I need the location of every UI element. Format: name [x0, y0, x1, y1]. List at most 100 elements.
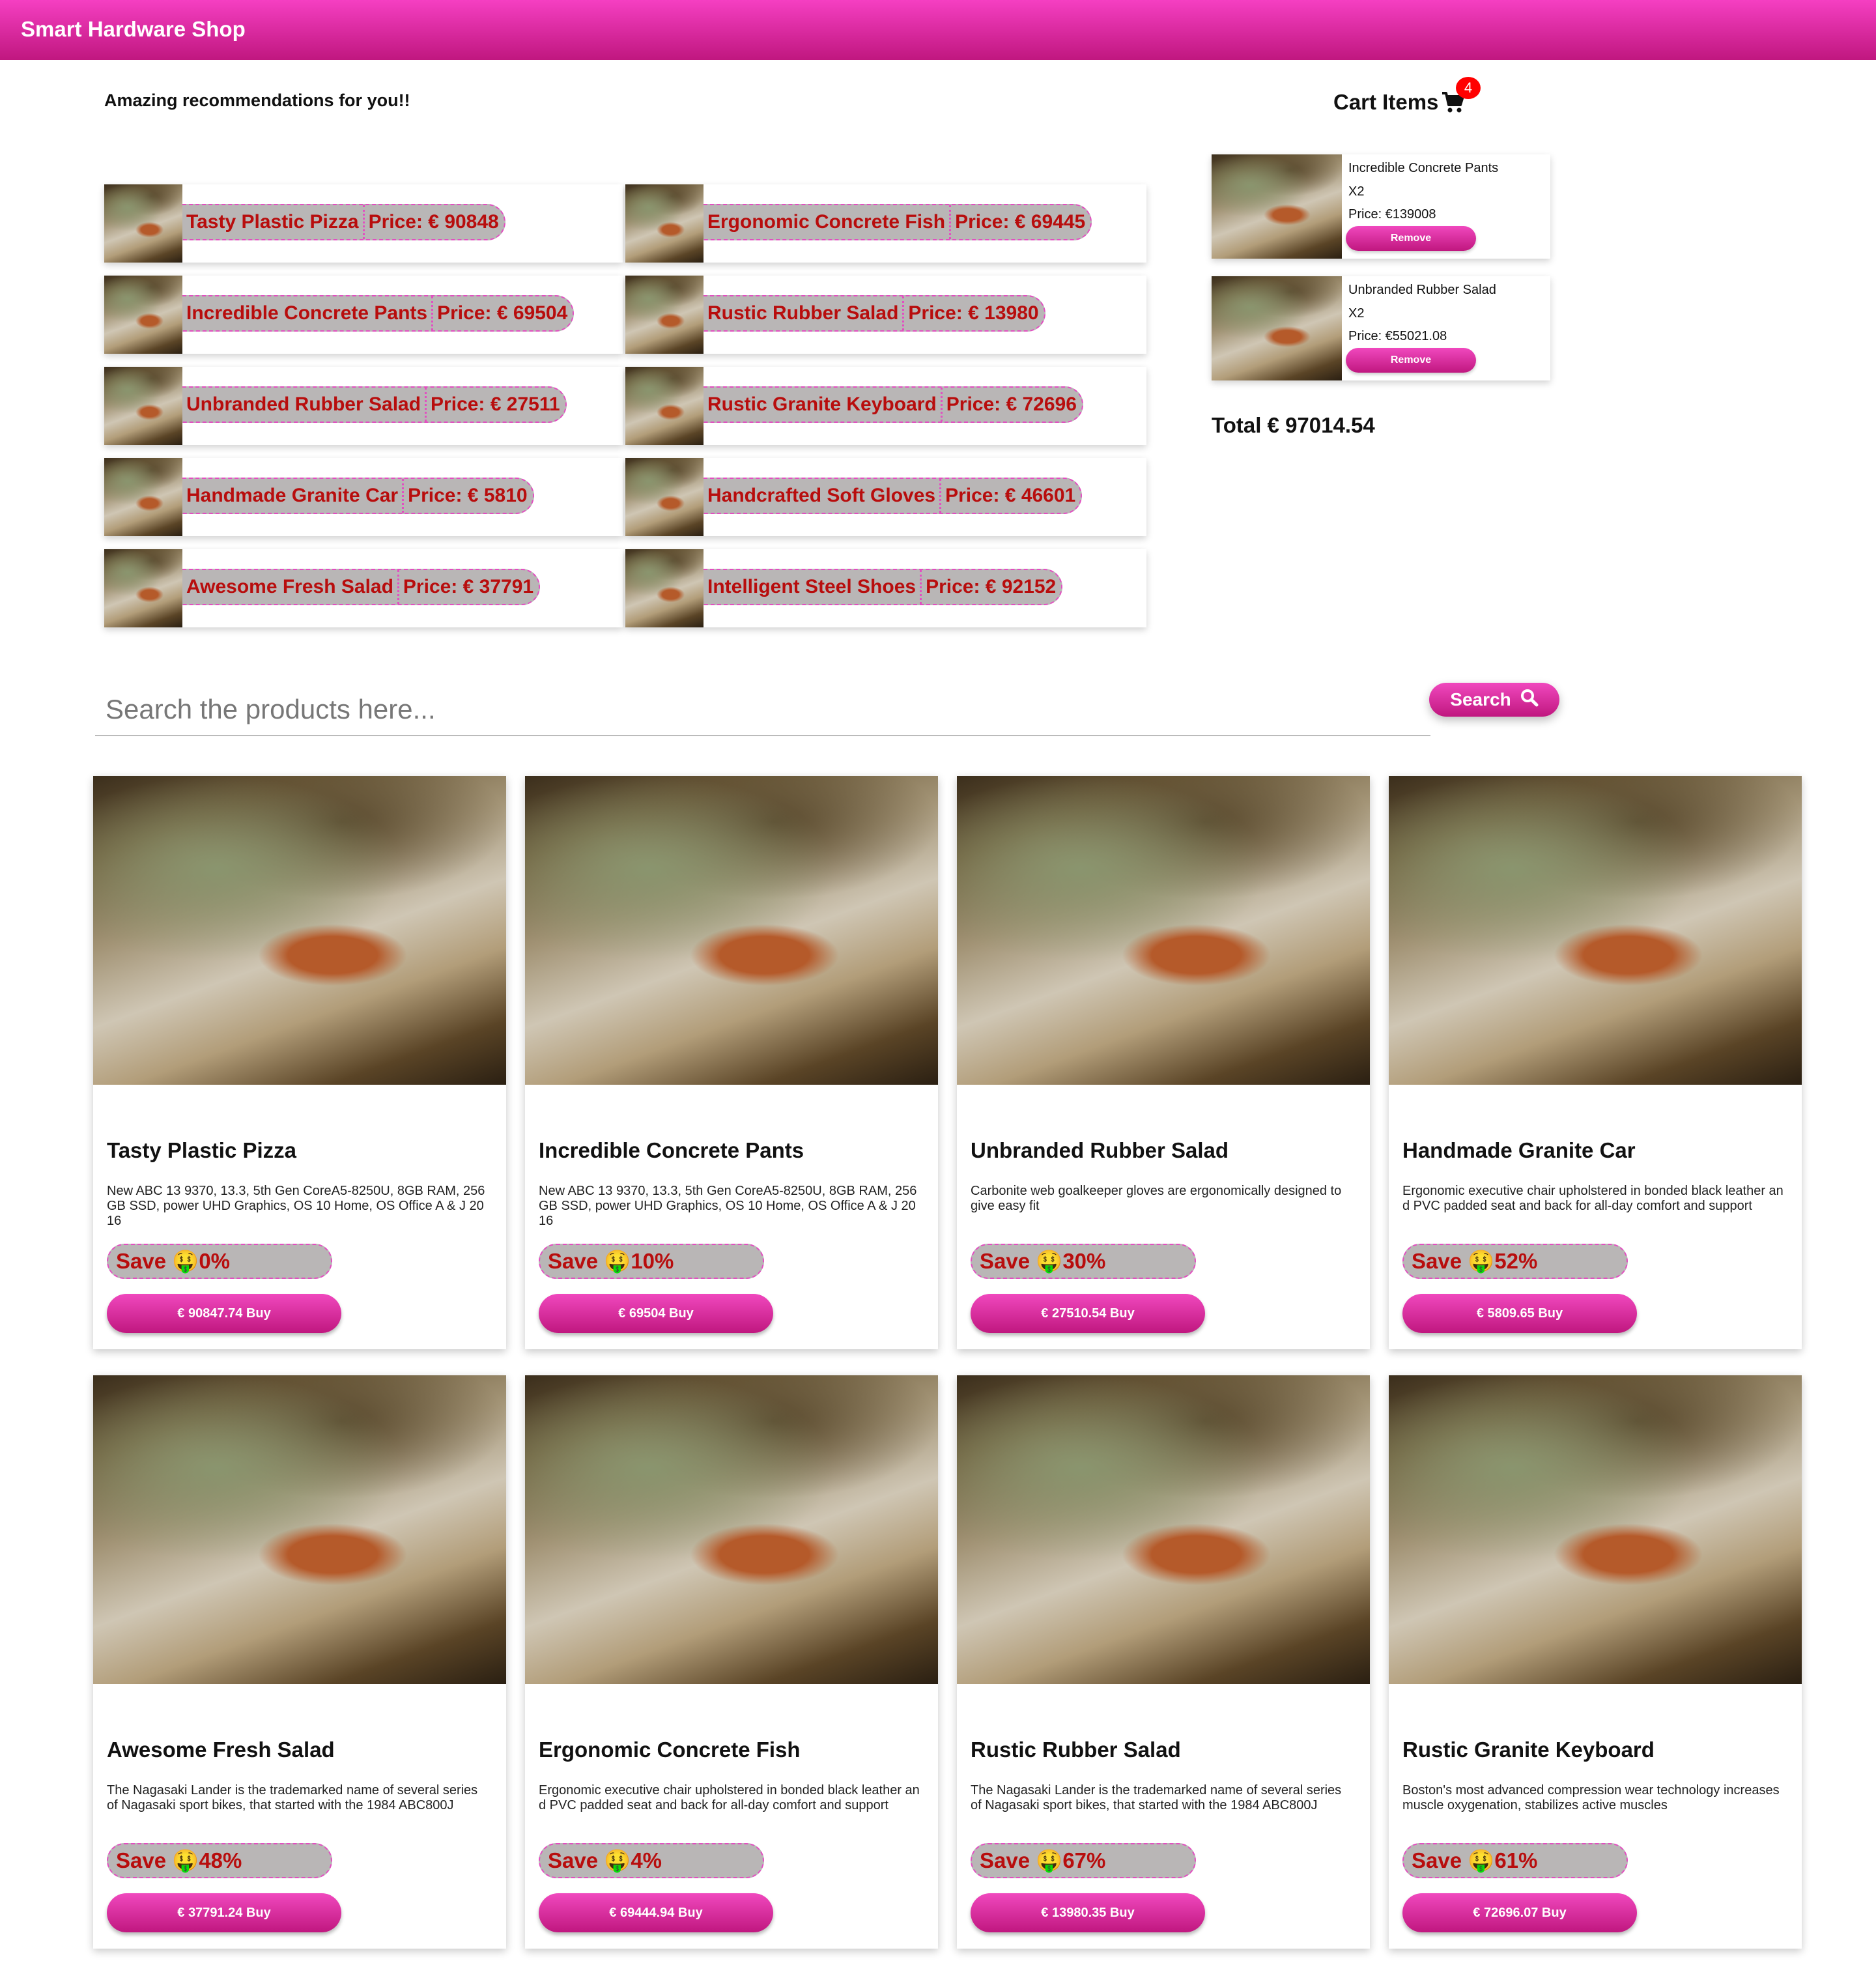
reco-product-name: Tasty Plastic Pizza — [186, 211, 359, 233]
discount-badge: Save 🤑30% — [971, 1244, 1196, 1279]
cart-item-name: Incredible Concrete Pants — [1348, 161, 1499, 175]
buy-button[interactable]: € 69444.94 Buy — [539, 1893, 773, 1932]
discount-badge: Save 🤑0% — [107, 1244, 332, 1279]
product-title[interactable]: Awesome Fresh Salad — [107, 1738, 335, 1762]
product-description: Ergonomic executive chair upholstered in… — [1402, 1184, 1784, 1213]
discount-badge: Save 🤑10% — [539, 1244, 764, 1279]
product-title[interactable]: Ergonomic Concrete Fish — [539, 1738, 801, 1762]
remove-button[interactable]: Remove — [1346, 226, 1476, 251]
cart-item-thumbnail — [1212, 154, 1342, 259]
buy-button[interactable]: € 72696.07 Buy — [1402, 1893, 1637, 1932]
buy-button[interactable]: € 37791.24 Buy — [107, 1893, 341, 1932]
reco-info-pill: Intelligent Steel Shoes Price: € 92152 — [704, 569, 1063, 605]
cart-item-thumbnail — [1212, 276, 1342, 380]
product-card: Incredible Concrete Pants New ABC 13 937… — [525, 776, 938, 1349]
product-image[interactable] — [525, 776, 938, 1085]
reco-card[interactable]: Intelligent Steel Shoes Price: € 92152 — [625, 549, 1146, 627]
reco-price-value: 27511 — [506, 394, 560, 415]
product-thumbnail — [104, 549, 182, 627]
remove-button[interactable]: Remove — [1346, 348, 1476, 373]
reco-price-label: Price: € — [926, 576, 1002, 597]
product-description: Ergonomic executive chair upholstered in… — [539, 1783, 920, 1812]
product-title[interactable]: Tasty Plastic Pizza — [107, 1138, 296, 1163]
product-card: Tasty Plastic Pizza New ABC 13 9370, 13.… — [93, 776, 506, 1349]
reco-product-name: Handmade Granite Car — [186, 485, 399, 506]
reco-price-value: 92152 — [1001, 576, 1057, 597]
reco-card[interactable]: Rustic Rubber Salad Price: € 13980 — [625, 276, 1146, 354]
reco-info-pill: Awesome Fresh Salad Price: € 37791 — [182, 569, 541, 605]
product-image[interactable] — [525, 1375, 938, 1684]
buy-button[interactable]: € 5809.65 Buy — [1402, 1294, 1637, 1333]
product-thumbnail — [104, 276, 182, 354]
reco-price-label: Price: € — [908, 302, 985, 324]
product-title[interactable]: Rustic Rubber Salad — [971, 1738, 1181, 1762]
product-card: Rustic Granite Keyboard Boston's most ad… — [1389, 1375, 1802, 1949]
reco-price-value: 69504 — [513, 302, 568, 324]
product-description: The Nagasaki Lander is the trademarked n… — [971, 1783, 1342, 1812]
search-input[interactable] — [95, 684, 1430, 736]
reco-product-name: Rustic Rubber Salad — [707, 302, 899, 324]
reco-info-pill: Unbranded Rubber Salad Price: € 27511 — [182, 386, 567, 423]
buy-button[interactable]: € 27510.54 Buy — [971, 1294, 1205, 1333]
product-description: Boston's most advanced compression wear … — [1402, 1783, 1780, 1812]
reco-price-value: 13980 — [984, 302, 1039, 324]
reco-product-name: Awesome Fresh Salad — [186, 576, 393, 597]
reco-price-label: Price: € — [945, 485, 1021, 506]
reco-price-label: Price: € — [955, 211, 1031, 233]
buy-button[interactable]: € 13980.35 Buy — [971, 1893, 1205, 1932]
product-card: Awesome Fresh Salad The Nagasaki Lander … — [93, 1375, 506, 1949]
reco-product-name: Unbranded Rubber Salad — [186, 394, 421, 415]
recommendations-heading: Amazing recommendations for you!! — [104, 91, 410, 110]
discount-badge: Save 🤑67% — [971, 1843, 1196, 1878]
reco-product-name: Incredible Concrete Pants — [186, 302, 428, 324]
reco-card[interactable]: Incredible Concrete Pants Price: € 69504 — [104, 276, 623, 354]
reco-price-value: 37791 — [479, 576, 534, 597]
discount-badge: Save 🤑61% — [1402, 1843, 1628, 1878]
search-button[interactable]: Search — [1429, 683, 1559, 717]
reco-card[interactable]: Awesome Fresh Salad Price: € 37791 — [104, 549, 623, 627]
cart-heading[interactable]: Cart Items — [1333, 90, 1466, 115]
product-title[interactable]: Handmade Granite Car — [1402, 1138, 1636, 1163]
reco-card[interactable]: Tasty Plastic Pizza Price: € 90848 — [104, 184, 623, 263]
discount-badge: Save 🤑52% — [1402, 1244, 1628, 1279]
buy-button[interactable]: € 69504 Buy — [539, 1294, 773, 1333]
cart-item: Incredible Concrete Pants X2 Price: €139… — [1212, 154, 1550, 259]
buy-button[interactable]: € 90847.74 Buy — [107, 1294, 341, 1333]
discount-badge: Save 🤑4% — [539, 1843, 764, 1878]
product-card: Unbranded Rubber Salad Carbonite web goa… — [957, 776, 1370, 1349]
reco-price-label: Price: € — [437, 302, 513, 324]
reco-card[interactable]: Ergonomic Concrete Fish Price: € 69445 — [625, 184, 1146, 263]
reco-price-value: 5810 — [483, 485, 528, 506]
reco-info-pill: Incredible Concrete Pants Price: € 69504 — [182, 295, 575, 332]
reco-info-pill: Ergonomic Concrete Fish Price: € 69445 — [704, 204, 1092, 240]
product-thumbnail — [625, 276, 704, 354]
reco-product-name: Intelligent Steel Shoes — [707, 576, 917, 597]
reco-price-label: Price: € — [946, 394, 1023, 415]
product-thumbnail — [625, 367, 704, 445]
reco-price-value: 69445 — [1030, 211, 1086, 233]
product-image[interactable] — [1389, 1375, 1802, 1684]
reco-card[interactable]: Handmade Granite Car Price: € 5810 — [104, 458, 623, 536]
cart-item-price: Price: €139008 — [1348, 207, 1436, 222]
product-title[interactable]: Unbranded Rubber Salad — [971, 1138, 1229, 1163]
product-title[interactable]: Rustic Granite Keyboard — [1402, 1738, 1655, 1762]
product-thumbnail — [625, 549, 704, 627]
reco-price-value: 46601 — [1021, 485, 1076, 506]
product-image[interactable] — [93, 776, 506, 1085]
product-thumbnail — [104, 184, 182, 263]
reco-product-name: Handcrafted Soft Gloves — [707, 485, 936, 506]
cart-item: Unbranded Rubber Salad X2 Price: €55021.… — [1212, 276, 1550, 380]
reco-price-label: Price: € — [368, 211, 445, 233]
product-card: Rustic Rubber Salad The Nagasaki Lander … — [957, 1375, 1370, 1949]
product-image[interactable] — [1389, 776, 1802, 1085]
cart-item-name: Unbranded Rubber Salad — [1348, 283, 1496, 297]
reco-card[interactable]: Rustic Granite Keyboard Price: € 72696 — [625, 367, 1146, 445]
product-image[interactable] — [957, 1375, 1370, 1684]
product-image[interactable] — [93, 1375, 506, 1684]
cart-total: Total € 97014.54 — [1212, 413, 1375, 437]
reco-card[interactable]: Unbranded Rubber Salad Price: € 27511 — [104, 367, 623, 445]
product-image[interactable] — [957, 776, 1370, 1085]
reco-card[interactable]: Handcrafted Soft Gloves Price: € 46601 — [625, 458, 1146, 536]
app-title[interactable]: Smart Hardware Shop — [21, 17, 246, 42]
product-title[interactable]: Incredible Concrete Pants — [539, 1138, 804, 1163]
